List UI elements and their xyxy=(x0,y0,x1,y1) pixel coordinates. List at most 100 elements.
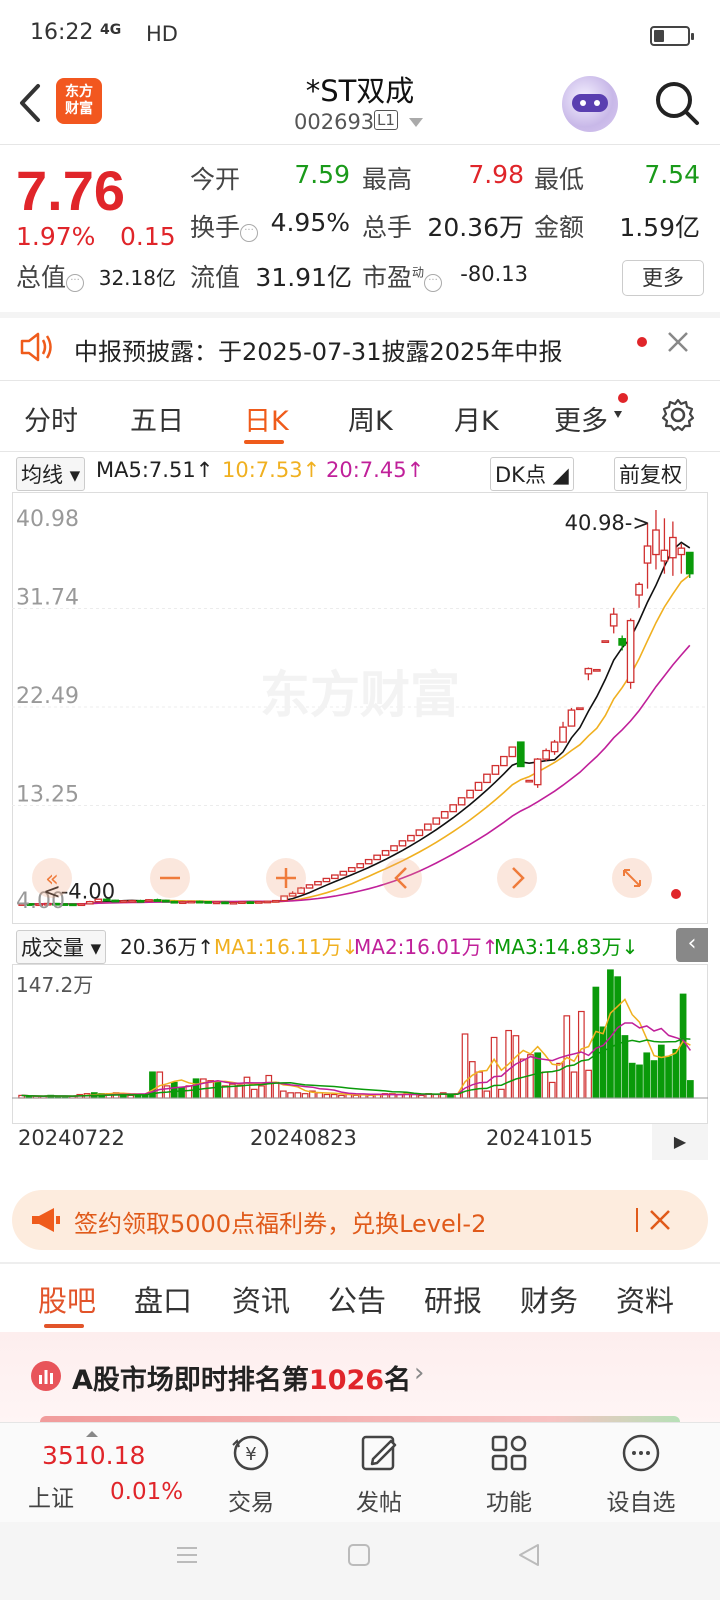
volume-bar xyxy=(672,1048,680,1099)
market-cap-label: 总值 ··· xyxy=(16,258,85,294)
nav-add-watchlist[interactable]: 设自选 xyxy=(586,1431,696,1517)
volume-bar xyxy=(541,1071,549,1099)
candle-body xyxy=(77,903,86,907)
candle-body xyxy=(246,901,255,905)
nav-trade[interactable]: ¥ 交易 xyxy=(196,1431,306,1517)
more-caret-icon xyxy=(614,411,622,418)
level2-promo-banner[interactable]: 签约领取5000点福利券，兑换Level-2 xyxy=(12,1190,708,1250)
volume-chart[interactable]: 147.2万 xyxy=(12,964,708,1124)
adjust-button[interactable]: 前复权 xyxy=(614,457,687,491)
candle-body xyxy=(407,834,415,842)
nav-post[interactable]: 发帖 xyxy=(324,1431,434,1517)
indicator-selector[interactable]: 成交量 ▾ xyxy=(16,930,107,964)
volume-bar xyxy=(287,1092,294,1099)
chart-tabs: 分时 五日 日K 周K 月K 更多 xyxy=(0,385,720,451)
scroll-end-icon[interactable]: ▶ xyxy=(652,1124,708,1160)
rank-text: A股市场即时排名第1026名 xyxy=(72,1365,412,1396)
candle-body xyxy=(373,854,381,861)
tab-daily-k[interactable]: 日K xyxy=(244,399,289,438)
scroll-right-icon[interactable] xyxy=(497,858,537,898)
content-tabs: 股吧 盘口 资讯 公告 研报 财务 资料 xyxy=(0,1262,720,1332)
nav-functions[interactable]: 功能 xyxy=(454,1431,564,1517)
tab-announcements[interactable]: 公告 xyxy=(328,1278,386,1320)
pe-dynamic-mark: 动 xyxy=(412,265,425,280)
candle-body xyxy=(356,863,365,869)
menu-icon[interactable] xyxy=(172,1540,202,1570)
tab-profile[interactable]: 资料 xyxy=(616,1278,674,1320)
volume-bar xyxy=(490,1036,498,1099)
volume-bar xyxy=(519,1058,527,1099)
tab-orderbook[interactable]: 盘口 xyxy=(134,1278,192,1320)
candle-body xyxy=(331,874,339,880)
tab-monthly-k[interactable]: 月K xyxy=(454,399,499,438)
candle-body xyxy=(212,901,221,905)
volume-bar xyxy=(643,1052,651,1099)
candle-body xyxy=(474,781,483,791)
promo-text: 签约领取5000点福利券，兑换Level-2 xyxy=(74,1210,487,1238)
tab-weekly-k[interactable]: 周K xyxy=(348,399,393,438)
market-rank-banner[interactable]: A股市场即时排名第1026名 › xyxy=(0,1332,720,1424)
candle-body xyxy=(652,529,660,556)
date-tick: 20241015 xyxy=(486,1126,593,1150)
market-cap-value: 32.18亿 xyxy=(98,266,176,290)
candle-body xyxy=(347,867,356,873)
info-dots-icon[interactable]: ··· xyxy=(424,274,443,292)
kline-chart[interactable]: 东方财富 40.9831.7422.4913.254.00 40.98-> <-… xyxy=(12,492,708,924)
volume-legend-row: 成交量 ▾ 20.36万↑ MA1:16.11万↓ MA2:16.01万↑ MA… xyxy=(0,928,720,964)
chart-watermark: 东方财富 xyxy=(260,666,460,724)
candle-body xyxy=(601,640,610,643)
tab-more[interactable]: 更多 xyxy=(554,399,608,438)
close-icon[interactable] xyxy=(666,330,690,354)
index-quote[interactable]: 3510.18 上证 0.01% xyxy=(20,1429,183,1515)
settings-gear-icon[interactable] xyxy=(660,397,696,433)
candle-body xyxy=(643,545,652,564)
volume-bar xyxy=(650,1060,658,1099)
date-tick: 20240722 xyxy=(18,1126,125,1150)
volume-bar xyxy=(665,1055,672,1099)
tab-research[interactable]: 研报 xyxy=(424,1278,482,1320)
turnover-label: 换手 ··· xyxy=(190,208,259,244)
zoom-out-icon[interactable] xyxy=(150,858,190,898)
clock: 16:22 xyxy=(30,20,94,45)
home-icon[interactable] xyxy=(344,1540,374,1570)
candle-body xyxy=(415,829,424,837)
back-icon[interactable] xyxy=(514,1540,544,1570)
volume-bar xyxy=(570,1071,578,1099)
scroll-left-icon[interactable] xyxy=(382,858,422,898)
candle-body xyxy=(187,900,196,904)
volume-bar xyxy=(498,1088,505,1099)
volume-bar xyxy=(636,1064,643,1099)
dk-point-button[interactable]: DK点 ◢ xyxy=(490,457,574,491)
tab-intraday[interactable]: 分时 xyxy=(24,399,78,438)
info-dots-icon[interactable]: ··· xyxy=(240,224,259,242)
candle-body xyxy=(305,884,314,889)
volume-bar xyxy=(323,1093,331,1099)
candle-body xyxy=(254,901,263,904)
zoom-in-icon[interactable] xyxy=(266,858,306,898)
notice-bar[interactable]: 中报预披露：于2025-07-31披露2025年中报 xyxy=(0,318,720,378)
vol-ma3-label: MA3:14.83万↓ xyxy=(494,935,639,959)
tab-five-day[interactable]: 五日 xyxy=(130,399,184,438)
ma-selector[interactable]: 均线 ▾ xyxy=(16,457,86,491)
tab-forum[interactable]: 股吧 xyxy=(38,1278,96,1320)
fullscreen-icon[interactable] xyxy=(612,858,652,898)
search-icon[interactable] xyxy=(652,78,702,128)
more-button[interactable]: 更多 xyxy=(622,260,704,296)
y-tick-label: 22.49 xyxy=(16,684,79,709)
tab-finance[interactable]: 财务 xyxy=(520,1278,578,1320)
volume-bar xyxy=(258,1085,265,1099)
candle-body xyxy=(457,797,466,806)
tab-news[interactable]: 资讯 xyxy=(232,1278,290,1320)
volume-bar xyxy=(585,1069,592,1099)
trade-icon: ¥ xyxy=(232,1435,269,1471)
promo-close-icon[interactable] xyxy=(648,1208,672,1232)
candle-body xyxy=(390,845,398,852)
dropdown-caret-icon[interactable] xyxy=(409,118,423,127)
level-badge[interactable]: L1 xyxy=(374,110,398,130)
collapse-panel-icon[interactable]: ‹ xyxy=(676,928,708,962)
scroll-left-fast-icon[interactable]: « xyxy=(32,858,72,898)
info-dots-icon[interactable]: ··· xyxy=(66,274,85,292)
assistant-robot-icon[interactable] xyxy=(562,76,618,132)
high-label: 最高 xyxy=(362,165,413,194)
candle-body xyxy=(398,840,407,847)
